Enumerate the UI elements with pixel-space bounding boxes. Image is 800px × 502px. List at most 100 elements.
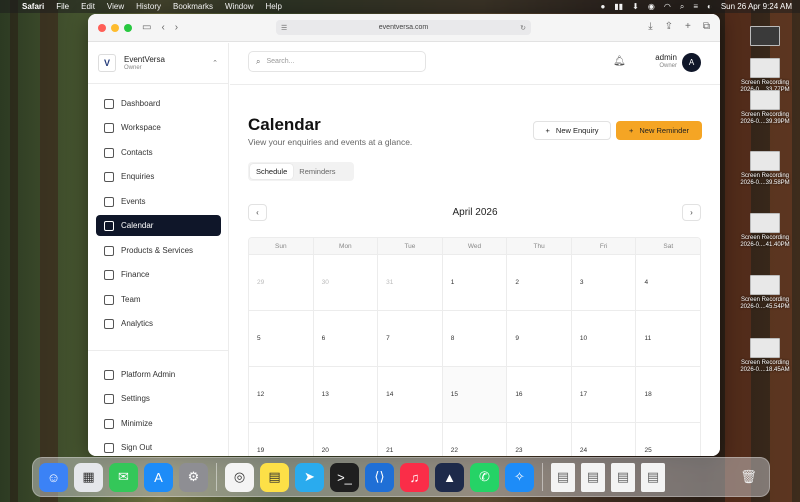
tab-reminders[interactable]: Reminders [293,164,341,179]
search-spotlight-icon[interactable]: ⌕ [680,2,684,12]
share-icon[interactable]: ⇪ [665,21,673,32]
new-reminder-button[interactable]: + New Reminder [616,121,702,140]
menu-edit[interactable]: Edit [81,2,95,11]
calendar-day-cell[interactable]: 5 [249,311,314,366]
search-input[interactable]: ⌕ Search... [248,51,426,72]
desktop-file[interactable]: Screen Recording 2026-0....45.54PM [731,275,799,311]
desktop-file[interactable]: Screen Recording 2026-0....33.77PM [731,58,799,94]
recent-file-icon[interactable]: ▤ [641,462,665,492]
music-icon[interactable]: ♫ [400,462,429,492]
sidebar-item-events[interactable]: Events [96,191,221,212]
chrome-icon[interactable]: ◎ [225,462,254,492]
safari-icon[interactable]: ✧ [505,462,534,492]
notes-icon[interactable]: ▤ [260,462,289,492]
calendar-day-cell[interactable]: 15 [442,367,508,422]
zoom-window-button[interactable] [124,23,132,32]
menu-file[interactable]: File [56,2,69,11]
calendar-day-cell[interactable]: 31 [378,255,443,310]
desktop-file[interactable]: Screen Recording 2026-0....18.45AM [731,338,799,374]
sidebar-item-settings[interactable]: Settings [96,388,221,409]
tab-schedule[interactable]: Schedule [250,164,294,179]
sidebar-item-contacts[interactable]: Contacts [96,142,221,163]
finder-icon[interactable]: ☺ [39,462,68,492]
calendar-day-cell[interactable]: 8 [443,311,508,366]
calendar-day-cell[interactable]: 22 [443,423,508,456]
calendar-day-cell[interactable]: 6 [314,311,379,366]
download-status-icon[interactable]: ⬇ [632,2,639,11]
calendar-day-cell[interactable]: 9 [507,311,572,366]
screen-record-icon[interactable]: ● [601,2,606,11]
calendar-day-cell[interactable]: 11 [636,311,700,366]
new-tab-icon[interactable]: + [685,21,691,32]
sidebar-toggle-icon[interactable]: ▭ [142,22,151,33]
menu-view[interactable]: View [107,2,124,11]
calendar-day-cell[interactable]: 12 [249,367,314,422]
calendar-day-cell[interactable]: 18 [636,367,700,422]
siri-icon[interactable]: ◐ [707,2,712,11]
desktop-file[interactable]: Screen Recording 2026-0....39.58PM [731,151,799,187]
new-enquiry-button[interactable]: + New Enquiry [533,121,611,140]
calendar-day-cell[interactable]: 20 [314,423,379,456]
recent-file-icon[interactable]: ▤ [551,462,575,492]
trash-icon[interactable]: 🗑︎ [734,463,763,492]
media-icon[interactable]: ▮▮ [614,2,623,11]
sidebar-item-enquiries[interactable]: Enquiries [96,166,221,187]
affinity-icon[interactable]: ▲ [435,462,464,492]
calendar-day-cell[interactable]: 13 [314,367,379,422]
launchpad-icon[interactable]: ▦ [74,462,103,492]
desktop-file[interactable]: Screen Recording 2026-0....39.39PM [731,90,799,126]
calendar-day-cell[interactable]: 16 [507,367,572,422]
calendar-day-cell[interactable]: 30 [314,255,379,310]
terminal-icon[interactable]: >_ [330,462,359,492]
menu-history[interactable]: History [136,2,161,11]
sidebar-item-platform-admin[interactable]: Platform Admin [96,364,221,385]
calendar-day-cell[interactable]: 2 [507,255,572,310]
calendar-day-cell[interactable]: 23 [507,423,572,456]
sidebar-item-dashboard[interactable]: Dashboard [96,93,221,114]
app-store-icon[interactable]: A [144,462,173,492]
page-settings-icon[interactable]: ☰ [281,24,287,32]
forward-icon[interactable]: › [175,22,178,33]
vpn-icon[interactable]: ◉ [648,2,655,11]
downloads-icon[interactable]: ⤓ [648,21,652,32]
sidebar-item-products-services[interactable]: Products & Services [96,240,221,261]
back-icon[interactable]: ‹ [161,22,164,33]
sidebar-item-finance[interactable]: Finance [96,264,221,285]
menu-bookmarks[interactable]: Bookmarks [173,2,213,11]
previous-month-button[interactable]: ‹ [248,204,267,221]
menu-clock[interactable]: Sun 26 Apr 9:24 AM [721,2,792,11]
menu-window[interactable]: Window [225,2,253,11]
sidebar-item-minimize[interactable]: Minimize [96,413,221,434]
address-bar[interactable]: ☰ eventversa.com ↻ [276,20,531,35]
next-month-button[interactable]: › [682,204,701,221]
desktop-file[interactable]: Screen Recording 2026-0....41.40PM [731,213,799,249]
menu-help[interactable]: Help [265,2,281,11]
org-switcher[interactable]: V EventVersa Owner ⌃ [88,43,228,84]
whatsapp-icon[interactable]: ✆ [470,462,499,492]
sidebar-item-team[interactable]: Team [96,289,221,310]
calendar-day-cell[interactable]: 29 [249,255,314,310]
calendar-day-cell[interactable]: 17 [572,367,637,422]
calendar-day-cell[interactable]: 10 [572,311,637,366]
recent-file-icon[interactable]: ▤ [581,462,605,492]
system-settings-icon[interactable]: ⚙ [179,462,208,492]
sidebar-item-workspace[interactable]: Workspace [96,117,221,138]
bell-icon[interactable]: 🔔︎ [613,56,626,67]
calendar-day-cell[interactable]: 25 [636,423,700,456]
reload-icon[interactable]: ↻ [520,24,526,32]
telegram-icon[interactable]: ➤ [295,462,324,492]
wifi-icon[interactable]: ◠ [664,2,671,11]
user-menu[interactable]: admin Owner [651,53,677,69]
close-window-button[interactable] [98,23,106,32]
control-center-icon[interactable]: ≡ [693,2,698,11]
sidebar-item-calendar[interactable]: Calendar [96,215,221,236]
messages-icon[interactable]: ✉ [109,462,138,492]
calendar-day-cell[interactable]: 14 [378,367,443,422]
calendar-day-cell[interactable]: 3 [572,255,637,310]
sidebar-item-analytics[interactable]: Analytics [96,313,221,334]
vscode-icon[interactable]: ⟨⟩ [365,462,394,492]
calendar-day-cell[interactable]: 7 [378,311,443,366]
avatar[interactable]: A [682,53,701,72]
calendar-day-cell[interactable]: 4 [636,255,700,310]
tab-overview-icon[interactable]: ⧉ [703,21,710,32]
